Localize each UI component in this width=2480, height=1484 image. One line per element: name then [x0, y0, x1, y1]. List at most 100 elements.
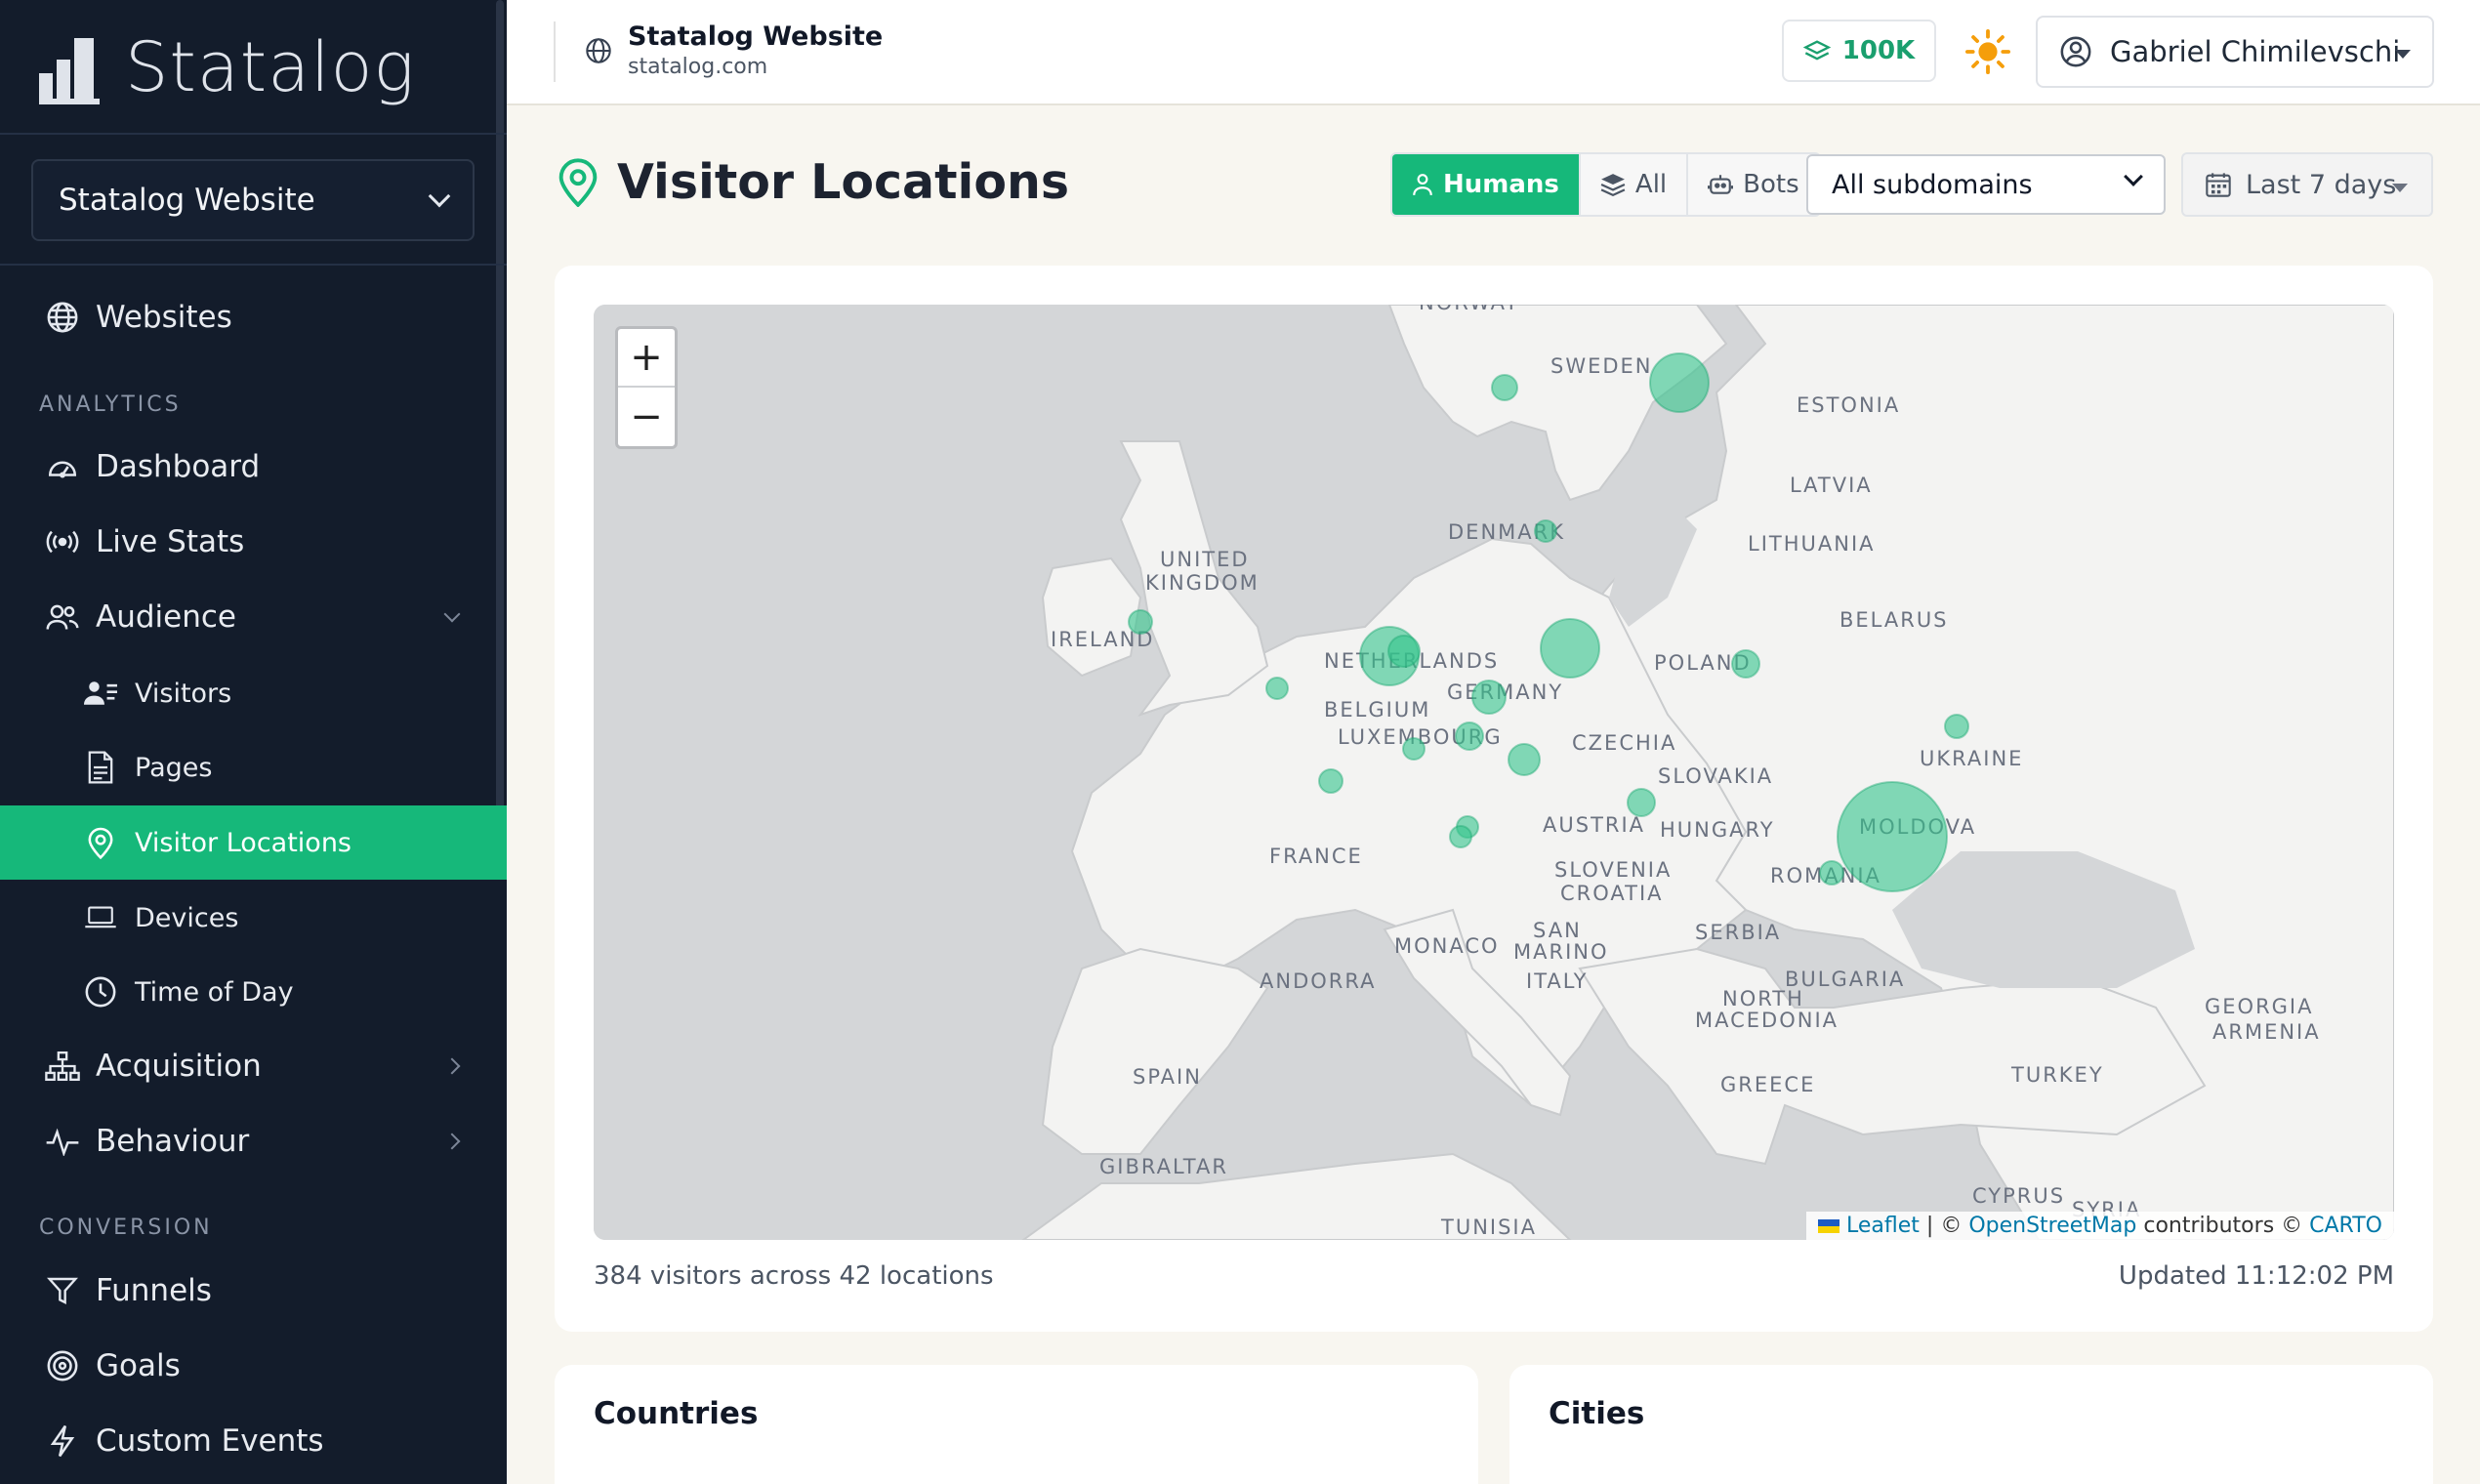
carto-link[interactable]: CARTO: [2309, 1214, 2382, 1238]
globe-icon: [586, 38, 611, 63]
visitor-marker[interactable]: [1819, 860, 1844, 886]
country-label: NORTH: [1722, 987, 1804, 1010]
nav-live-stats[interactable]: Live Stats: [0, 506, 507, 578]
country-label: CZECHIA: [1572, 731, 1676, 755]
visitor-marker[interactable]: [1402, 737, 1426, 761]
nav-label: Devices: [135, 902, 239, 933]
attribution-contrib: contributors ©: [2136, 1214, 2310, 1238]
nav-pages[interactable]: Pages: [0, 730, 507, 804]
traffic-type-filter: Humans All Bots: [1390, 152, 1821, 217]
visitor-marker[interactable]: [1837, 781, 1948, 892]
nav-label: Visitor Locations: [135, 827, 351, 858]
nav-acquisition[interactable]: Acquisition: [0, 1030, 507, 1102]
visitor-map[interactable]: NORWAY SWEDEN ESTONIA LATVIA DENMARK LIT…: [594, 305, 2394, 1240]
visitor-marker[interactable]: [1508, 743, 1541, 776]
country-label: BELARUS: [1839, 608, 1949, 632]
visitor-marker[interactable]: [1944, 714, 1969, 739]
website-selector-label: Statalog Website: [59, 183, 315, 218]
map-pin-icon: [558, 158, 598, 207]
country-label: UKRAINE: [1920, 747, 2023, 770]
filter-all-label: All: [1634, 170, 1668, 199]
user-menu-button[interactable]: Gabriel Chimilevschi: [2036, 16, 2434, 88]
subdomain-select[interactable]: All subdomains: [1806, 154, 2166, 215]
visitor-marker[interactable]: [1471, 680, 1507, 715]
sitemap-icon: [45, 1049, 80, 1084]
nav-label: Audience: [96, 599, 236, 635]
visitor-marker[interactable]: [1649, 352, 1710, 413]
nav-funnels[interactable]: Funnels: [0, 1255, 507, 1327]
visitor-marker[interactable]: [1540, 618, 1600, 679]
sun-icon[interactable]: [1965, 29, 2010, 74]
filter-bots-label: Bots: [1743, 170, 1799, 199]
nav-custom-events[interactable]: Custom Events: [0, 1405, 507, 1477]
nav-visitor-locations[interactable]: Visitor Locations: [0, 805, 507, 880]
nav-devices[interactable]: Devices: [0, 881, 507, 955]
visitor-marker[interactable]: [1731, 649, 1760, 679]
filter-bots-button[interactable]: Bots: [1686, 154, 1819, 215]
visitor-marker[interactable]: [1627, 788, 1656, 817]
filter-humans-button[interactable]: Humans: [1392, 154, 1579, 215]
visitor-marker[interactable]: [1491, 374, 1518, 401]
visitor-marker[interactable]: [1128, 609, 1153, 635]
map-pin-icon: [84, 826, 117, 859]
visitor-marker[interactable]: [1265, 677, 1289, 700]
country-label: KINGDOM: [1145, 571, 1260, 595]
nav-label: Acquisition: [96, 1049, 262, 1084]
country-label: SERBIA: [1695, 921, 1781, 944]
topbar-divider: [554, 21, 556, 82]
chevron-right-icon: [443, 1057, 461, 1075]
date-range-button[interactable]: Last 7 days: [2181, 152, 2433, 217]
section-label-analytics: ANALYTICS: [39, 392, 182, 417]
website-selector[interactable]: Statalog Website: [31, 159, 475, 241]
nav-label: Pages: [135, 752, 213, 783]
filter-humans-label: Humans: [1443, 170, 1559, 199]
leaflet-link[interactable]: Leaflet: [1846, 1214, 1920, 1238]
visitor-marker[interactable]: [1449, 825, 1472, 848]
nav-label: Custom Events: [96, 1423, 324, 1459]
visitor-marker[interactable]: [1318, 768, 1343, 794]
nav-dashboard[interactable]: Dashboard: [0, 431, 507, 503]
countries-card-title: Countries: [594, 1396, 759, 1431]
credits-value: 100K: [1841, 36, 1916, 65]
visitor-marker[interactable]: [1455, 721, 1484, 751]
caret-down-icon: [2395, 50, 2411, 59]
nav-audience[interactable]: Audience: [0, 581, 507, 653]
laptop-icon: [84, 901, 117, 934]
osm-link[interactable]: OpenStreetMap: [1968, 1214, 2136, 1238]
nav-time-of-day[interactable]: Time of Day: [0, 955, 507, 1029]
visitor-marker[interactable]: [1387, 635, 1421, 668]
visitor-marker[interactable]: [1534, 519, 1557, 543]
country-label: GREECE: [1720, 1073, 1815, 1096]
zoom-out-button[interactable]: −: [618, 388, 675, 446]
user-icon: [1413, 174, 1432, 196]
robot-icon: [1708, 175, 1734, 194]
nav-behaviour[interactable]: Behaviour: [0, 1105, 507, 1177]
credits-badge[interactable]: 100K: [1782, 20, 1936, 82]
pulse-icon: [45, 1124, 80, 1159]
zoom-in-button[interactable]: +: [618, 329, 675, 388]
country-label: TUNISIA: [1440, 1216, 1537, 1239]
brand-logo[interactable]: Statalog: [39, 25, 415, 109]
nav-websites[interactable]: Websites: [0, 281, 507, 353]
filter-all-button[interactable]: All: [1578, 154, 1687, 215]
nav-label: Websites: [96, 300, 232, 335]
country-label: CROATIA: [1560, 882, 1664, 905]
nav-label: Visitors: [135, 678, 232, 709]
brand-name: Statalog: [125, 27, 416, 107]
zoom-controls: + −: [615, 326, 678, 449]
users-icon: [45, 599, 80, 635]
country-label: ARMENIA: [2212, 1020, 2321, 1044]
sidebar: Statalog Statalog Website Websites ANALY…: [0, 0, 507, 1484]
map-attribution: Leaflet | © OpenStreetMap contributors ©…: [1806, 1212, 2394, 1240]
document-icon: [84, 751, 117, 784]
country-label: TURKEY: [2010, 1063, 2104, 1087]
nav-label: Dashboard: [96, 449, 261, 484]
country-label: SWEDEN: [1550, 354, 1653, 378]
country-label: NORWAY: [1419, 305, 1519, 314]
nav-label: Behaviour: [96, 1124, 250, 1159]
updated-time: Updated 11:12:02 PM: [2118, 1261, 2394, 1291]
broadcast-icon: [45, 524, 80, 559]
nav-visitors[interactable]: Visitors: [0, 656, 507, 730]
nav-goals[interactable]: Goals: [0, 1330, 507, 1402]
country-label: LITHUANIA: [1748, 532, 1876, 556]
